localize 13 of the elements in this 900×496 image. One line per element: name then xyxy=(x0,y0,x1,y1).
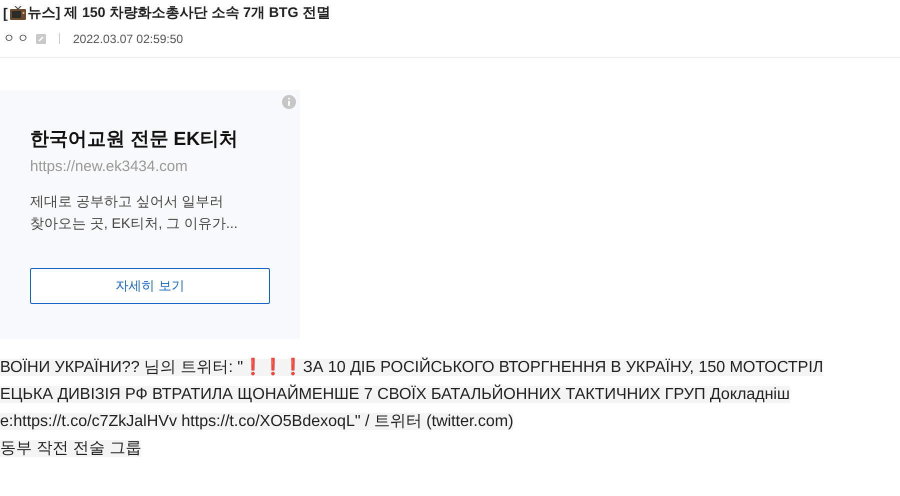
body-text: e:https://t.co/c7ZkJalHVv https://t.co/XO5BdexoqL" / 트위터 (twitter.com) xyxy=(0,413,514,430)
more-button[interactable]: 자세히 보기 xyxy=(30,268,270,304)
body-text: 동부 작전 전술 그룹 xyxy=(0,440,142,457)
author-name[interactable]: ㅇㅇ xyxy=(3,30,31,47)
ad-description: 제대로 공부하고 싶어서 일부러 찾아오는 곳, EK티처, 그 이유가... xyxy=(30,192,239,233)
tv-icon xyxy=(10,6,26,20)
post-title: [ 뉴스] 제 150 차량화소총사단 소속 7개 BTG 전멸 xyxy=(3,3,332,23)
member-badge-icon xyxy=(36,34,46,44)
post-date: 2022.03.07 02:59:50 xyxy=(73,32,184,46)
body-text: ВОЇНИ УКРАЇНИ?? 님의 트위터: "❗❗❗ЗА 10 ДІБ РОСІЙСЬКОГО ВТОРГНЕННЯ В УКРАЇНУ, 150 МОТОСТРІЛ xyxy=(0,359,824,376)
body-text: ЕЦЬКА ДИВІЗІЯ РФ ВТРАТИЛА ЩОНАЙМЕНШЕ 7 СВОЇХ БАТАЛЬЙОННИХ ТАКТИЧНИХ ГРУП Докладніш xyxy=(0,386,790,403)
ad-title[interactable]: 한국어교원 전문 EK티처 xyxy=(30,126,270,152)
info-icon[interactable] xyxy=(282,95,296,109)
